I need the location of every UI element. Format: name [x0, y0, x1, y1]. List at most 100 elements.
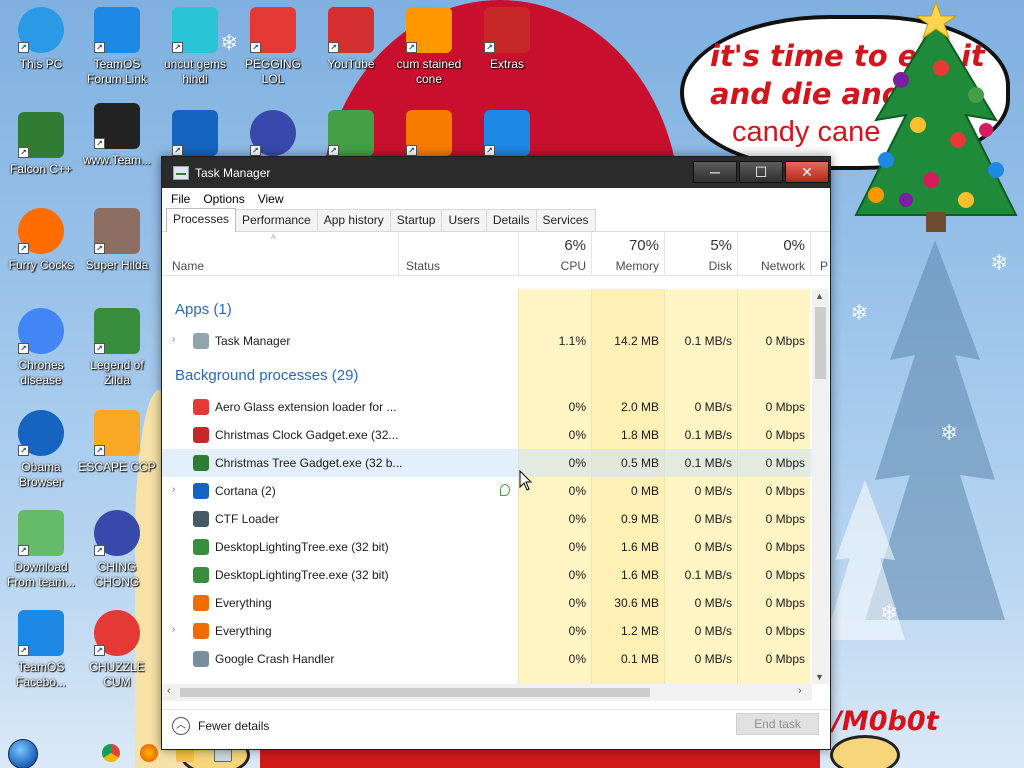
horizontal-scrollbar[interactable]: ‹ ›: [162, 684, 812, 701]
process-row[interactable]: › Everything 0% 1.2 MB 0 MB/s 0 Mbps: [162, 617, 812, 645]
header-name[interactable]: Name: [172, 259, 204, 273]
desktop-icon[interactable]: ↗ Download From team...: [0, 510, 82, 590]
ornament-icon: [193, 399, 209, 415]
footer-bar: ︿ Fewer details End task: [162, 709, 830, 749]
header-disk-percent[interactable]: 5%: [682, 237, 732, 254]
header-memory-percent[interactable]: 70%: [602, 237, 659, 254]
process-row[interactable]: DesktopLightingTree.exe (32 bit) 0% 1.6 MB…: [162, 561, 812, 589]
desktop-icon[interactable]: ↗: [310, 110, 392, 156]
header-more-column[interactable]: P: [820, 259, 828, 273]
desktop-icon[interactable]: ↗: [466, 110, 548, 156]
desktop-icon[interactable]: ↗ uncut gems hindi: [154, 7, 236, 87]
memory-value: 14.2 MB: [614, 334, 659, 348]
column-divider[interactable]: [518, 232, 519, 276]
desktop-icon[interactable]: ↗: [388, 110, 470, 156]
tab-processes[interactable]: Processes: [166, 208, 237, 232]
desktop-icon-label: cum stained cone: [396, 57, 462, 86]
memory-value: 30.6 MB: [614, 596, 659, 610]
desktop-icon[interactable]: ↗ Furry Cocks: [0, 208, 82, 273]
header-memory[interactable]: Memory: [602, 259, 659, 273]
fewer-details-link[interactable]: Fewer details: [198, 719, 269, 733]
end-task-button[interactable]: End task: [736, 713, 819, 735]
magnifier-icon: [193, 623, 209, 639]
tab-users[interactable]: Users: [441, 209, 487, 231]
process-row[interactable]: › Cortana (2) 0% 0 MB 0 MB/s 0 Mbps: [162, 477, 812, 505]
scroll-right-icon[interactable]: ›: [798, 685, 802, 697]
desktop-icon[interactable]: ↗ Chrones disease: [0, 308, 82, 388]
header-status[interactable]: Status: [406, 259, 440, 273]
scroll-up-icon[interactable]: ▲: [815, 291, 824, 301]
column-divider[interactable]: [810, 232, 811, 276]
horizontal-scroll-thumb[interactable]: [180, 688, 650, 697]
process-row[interactable]: Everything 0% 30.6 MB 0 MB/s 0 Mbps: [162, 589, 812, 617]
cpu-value: 0%: [568, 624, 586, 638]
memory-value: 1.6 MB: [620, 568, 659, 582]
desktop-icon-label: ESCAPE CCP: [78, 460, 156, 474]
expand-chevron-icon[interactable]: ›: [172, 624, 175, 635]
header-cpu-percent[interactable]: 6%: [538, 237, 586, 254]
menu-view[interactable]: View: [258, 192, 284, 206]
desktop-icon[interactable]: ↗ Extras: [466, 7, 548, 72]
desktop-icon[interactable]: ↗ YouTube: [310, 7, 392, 72]
scroll-down-icon[interactable]: ▼: [815, 672, 824, 682]
shortcut-arrow-icon: ↗: [94, 243, 105, 254]
close-icon: ✕: [801, 163, 813, 180]
desktop-icon[interactable]: ↗ PEGGING LOL: [232, 7, 314, 87]
christmas-tree-gadget[interactable]: [846, 0, 1022, 238]
disk-value: 0.1 MB/s: [684, 456, 732, 470]
header-cpu[interactable]: CPU: [538, 259, 586, 273]
column-divider[interactable]: [664, 232, 665, 276]
desktop-icon[interactable]: ↗ CHING CHONG: [76, 510, 158, 590]
column-divider[interactable]: [737, 232, 738, 276]
process-row[interactable]: › Task Manager 1.1% 14.2 MB 0.1 MB/s 0 Mbps: [162, 327, 812, 355]
tab-performance[interactable]: Performance: [235, 209, 318, 231]
vertical-scroll-thumb[interactable]: [815, 307, 826, 379]
menu-options[interactable]: Options: [203, 192, 244, 206]
header-network-percent[interactable]: 0%: [747, 237, 805, 254]
process-row[interactable]: DesktopLightingTree.exe (32 bit) 0% 1.6 MB…: [162, 533, 812, 561]
desktop-icon[interactable]: ↗ ESCAPE CCP: [76, 410, 158, 475]
desktop-icon[interactable]: ↗ Falcon C++: [0, 112, 82, 177]
firefox-icon[interactable]: [140, 744, 158, 762]
expand-chevron-icon[interactable]: ›: [172, 334, 175, 345]
header-network[interactable]: Network: [747, 259, 805, 273]
desktop-icon[interactable]: ↗ www.Team...: [76, 103, 158, 168]
desktop-icon[interactable]: ↗ Super Hilda: [76, 208, 158, 273]
process-row[interactable]: Google Crash Handler 0% 0.1 MB 0 MB/s 0 Mbps: [162, 645, 812, 673]
title-bar[interactable]: Task Manager ─ ☐ ✕: [162, 157, 830, 188]
start-button[interactable]: [8, 739, 38, 768]
tab-services[interactable]: Services: [535, 209, 596, 231]
chrome-icon[interactable]: [102, 744, 120, 762]
column-divider[interactable]: [591, 232, 592, 276]
desktop-icon[interactable]: ↗ This PC: [0, 7, 82, 72]
tab-app-history[interactable]: App history: [316, 209, 391, 231]
process-name: Everything: [215, 596, 272, 610]
maximize-button[interactable]: ☐: [739, 161, 783, 183]
menu-file[interactable]: File: [171, 192, 190, 206]
close-button[interactable]: ✕: [785, 161, 829, 183]
tab-startup[interactable]: Startup: [389, 209, 443, 231]
chevron-up-icon[interactable]: ︿: [172, 717, 190, 735]
process-row[interactable]: Christmas Clock Gadget.exe (32... 0% 1.8 M…: [162, 421, 812, 449]
desktop-icon[interactable]: ↗ Obama Browser: [0, 410, 82, 490]
column-divider[interactable]: [398, 232, 399, 276]
process-row[interactable]: Christmas Tree Gadget.exe (32 b... 0% 0.5 …: [162, 449, 812, 477]
desktop-icon[interactable]: ↗ TeamOS Facebo...: [0, 610, 82, 690]
header-disk[interactable]: Disk: [682, 259, 732, 273]
desktop-icon[interactable]: ↗ CHUZZLE CUM: [76, 610, 158, 690]
desktop-icon[interactable]: ↗: [154, 110, 236, 156]
desktop-icon[interactable]: ↗ TeamOS Forum Link: [76, 7, 158, 87]
tab-details[interactable]: Details: [485, 209, 537, 231]
firefox-icon: ↗: [18, 208, 64, 254]
shortcut-arrow-icon: ↗: [94, 138, 105, 149]
process-row[interactable]: CTF Loader 0% 0.9 MB 0 MB/s 0 Mbps: [162, 505, 812, 533]
desktop-icon[interactable]: ↗ cum stained cone: [388, 7, 470, 87]
expand-chevron-icon[interactable]: ›: [172, 484, 175, 495]
minimize-button[interactable]: ─: [693, 161, 737, 183]
desktop-icon[interactable]: ↗: [232, 110, 314, 156]
snowflake-icon: ❄: [880, 600, 899, 625]
desktop-icon[interactable]: ↗ Legend of Zilda: [76, 308, 158, 388]
process-row[interactable]: Aero Glass extension loader for ... 0% 2.0…: [162, 393, 812, 421]
scroll-left-icon[interactable]: ‹: [167, 685, 171, 697]
vertical-scrollbar[interactable]: ▲ ▼: [812, 289, 829, 684]
